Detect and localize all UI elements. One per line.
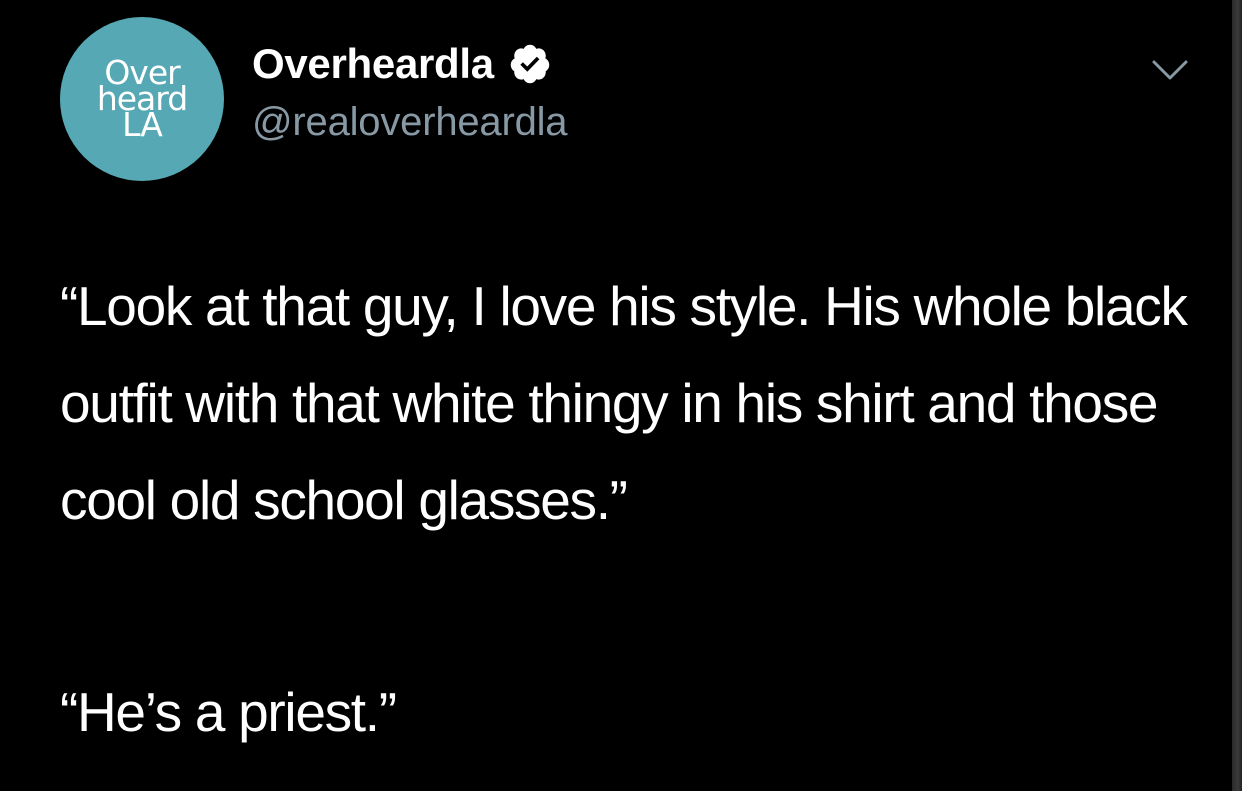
display-name-row[interactable]: Overheardla [252,40,552,88]
avatar-line-3: LA [122,105,163,144]
tweet-text: “Look at that guy, I love his style. His… [60,275,1188,531]
verified-badge-icon [510,44,550,84]
tweet-card: Over heard LA Overheardla @realoverheard… [0,0,1226,791]
handle[interactable]: @realoverheardla [252,100,568,145]
scrollbar [1226,0,1242,791]
chevron-down-icon[interactable] [1150,56,1190,84]
avatar[interactable]: Over heard LA [60,17,224,181]
tweet-text-reply: “He’s a priest.” [60,681,397,743]
display-name[interactable]: Overheardla [252,40,494,88]
